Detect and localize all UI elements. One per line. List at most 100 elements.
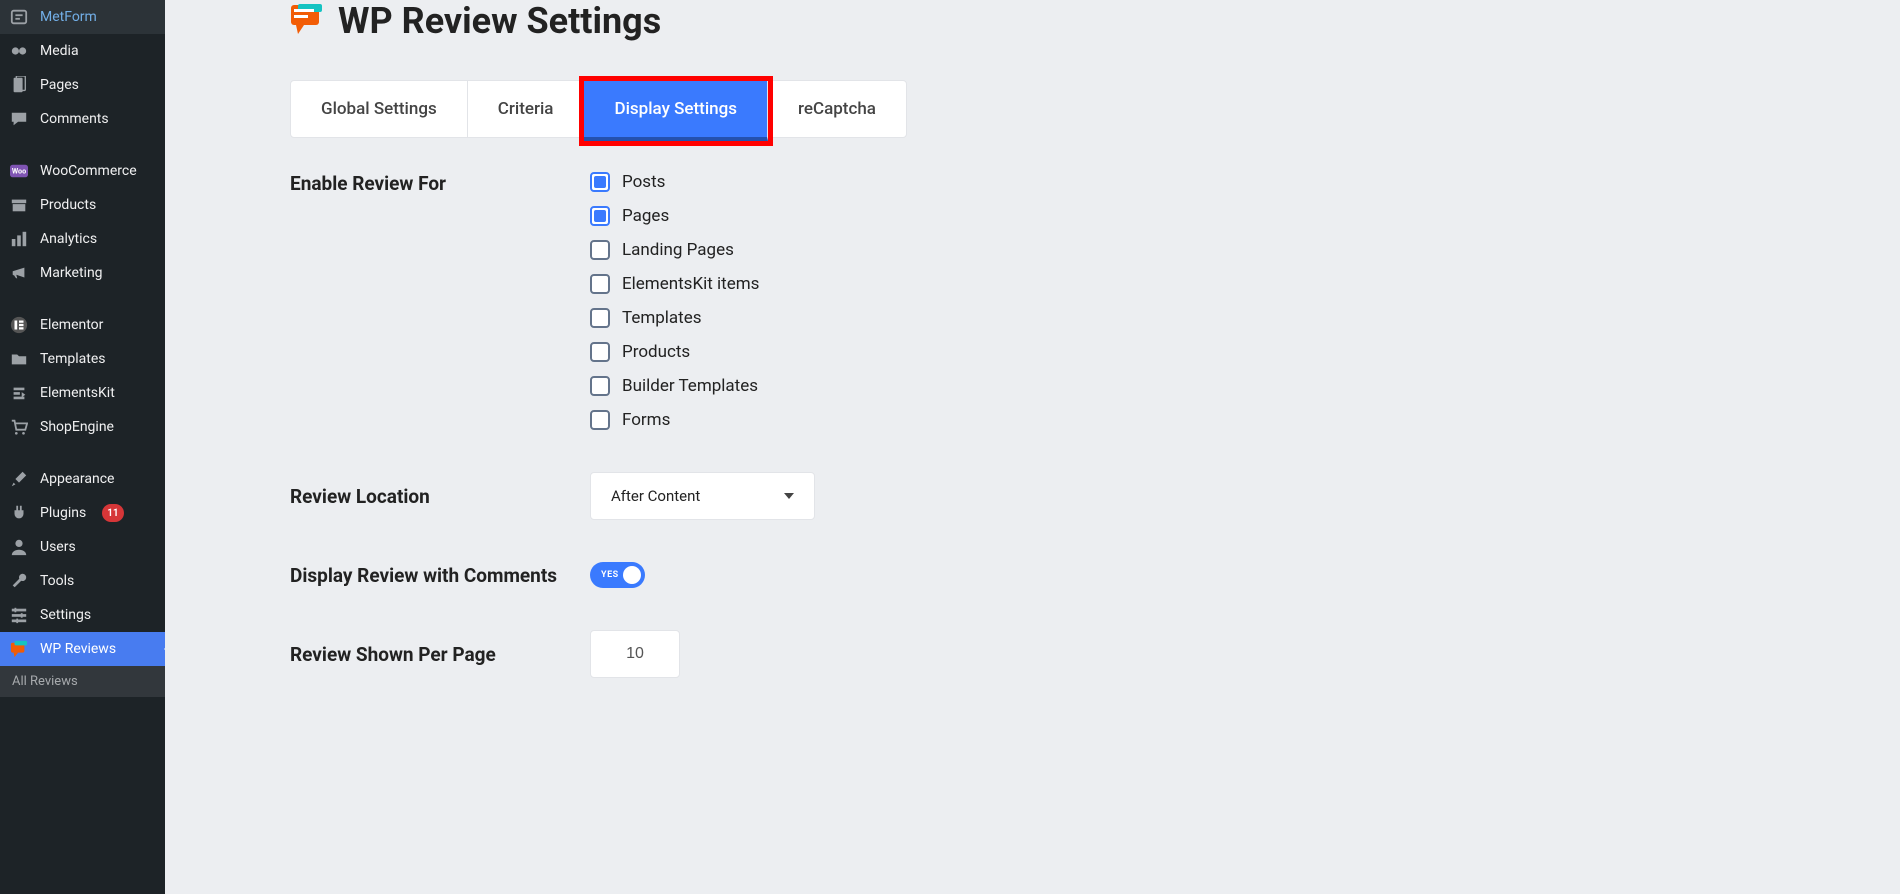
- sidebar-item-label: Pages: [40, 77, 79, 93]
- media-icon: [10, 42, 28, 60]
- checkbox-posts[interactable]: Posts: [590, 172, 1860, 192]
- tabs: Global SettingsCriteriaDisplay Settingsr…: [290, 80, 907, 138]
- sidebar-item-label: Comments: [40, 111, 109, 127]
- checkbox-label: Pages: [622, 206, 669, 226]
- checkbox-elementskit-items[interactable]: ElementsKit items: [590, 274, 1860, 294]
- checkbox-box: [590, 240, 610, 260]
- admin-sidebar: MetForm Media Pages Comments Woo WooCommerce P…: [0, 0, 165, 894]
- megaphone-icon: [10, 264, 28, 282]
- svg-text:Woo: Woo: [12, 167, 26, 176]
- review-location-value: After Content: [611, 487, 700, 505]
- user-icon: [10, 538, 28, 556]
- woo-icon: Woo: [10, 162, 28, 180]
- sidebar-item-label: Products: [40, 197, 96, 213]
- sidebar-item-label: Marketing: [40, 265, 103, 281]
- sidebar-item-metform[interactable]: MetForm: [0, 0, 165, 34]
- page-title: WP Review Settings: [290, 0, 1860, 42]
- sidebar-item-label: Tools: [40, 573, 74, 589]
- sidebar-sub-all-reviews[interactable]: All Reviews: [0, 666, 165, 697]
- checkbox-templates[interactable]: Templates: [590, 308, 1860, 328]
- checkbox-box: [590, 308, 610, 328]
- tab-recaptcha[interactable]: reCaptcha: [768, 81, 906, 137]
- checkbox-builder-templates[interactable]: Builder Templates: [590, 376, 1860, 396]
- checkbox-label: Landing Pages: [622, 240, 734, 260]
- caret-down-icon: [784, 493, 794, 499]
- enable-review-for-label: Enable Review For: [290, 172, 590, 195]
- checkbox-label: Forms: [622, 410, 670, 430]
- page-icon: [10, 76, 28, 94]
- checkbox-box: [590, 376, 610, 396]
- sidebar-item-label: Media: [40, 43, 79, 59]
- display-with-comments-label: Display Review with Comments: [290, 564, 590, 587]
- tab-display-settings[interactable]: Display Settings: [584, 81, 768, 141]
- per-page-label: Review Shown Per Page: [290, 643, 590, 666]
- sidebar-item-label: ElementsKit: [40, 385, 115, 401]
- sidebar-item-label: Users: [40, 539, 76, 555]
- sidebar-item-label: WP Reviews: [40, 641, 116, 657]
- checkbox-label: ElementsKit items: [622, 274, 759, 294]
- sidebar-item-settings[interactable]: Settings: [0, 598, 165, 632]
- sidebar-item-label: Settings: [40, 607, 91, 623]
- checkbox-pages[interactable]: Pages: [590, 206, 1860, 226]
- sidebar-item-shopengine[interactable]: ShopEngine: [0, 410, 165, 444]
- plug-icon: [10, 504, 28, 522]
- sliders-icon: [10, 606, 28, 624]
- toggle-text: YES: [601, 570, 619, 580]
- sidebar-item-analytics[interactable]: Analytics: [0, 222, 165, 256]
- sidebar-item-label: ShopEngine: [40, 419, 114, 435]
- checkbox-label: Builder Templates: [622, 376, 758, 396]
- sidebar-item-elementor[interactable]: Elementor: [0, 308, 165, 342]
- sidebar-item-users[interactable]: Users: [0, 530, 165, 564]
- comment-icon: [10, 110, 28, 128]
- checkbox-box: [590, 206, 610, 226]
- cart-icon: [10, 418, 28, 436]
- display-with-comments-toggle[interactable]: YES: [590, 562, 645, 588]
- sidebar-item-label: Elementor: [40, 317, 103, 333]
- main-content: WP Review Settings Global SettingsCriter…: [165, 0, 1900, 894]
- folder-icon: [10, 350, 28, 368]
- checkbox-box: [590, 172, 610, 192]
- sidebar-item-woocommerce[interactable]: Woo WooCommerce: [0, 154, 165, 188]
- review-location-select[interactable]: After Content: [590, 472, 815, 520]
- checkbox-box: [590, 274, 610, 294]
- form-icon: [10, 8, 28, 26]
- sidebar-item-comments[interactable]: Comments: [0, 102, 165, 136]
- sidebar-item-templates[interactable]: Templates: [0, 342, 165, 376]
- checkbox-forms[interactable]: Forms: [590, 410, 1860, 430]
- toggle-knob: [623, 566, 641, 584]
- update-count-badge: 11: [102, 504, 123, 522]
- wrench-icon: [10, 572, 28, 590]
- sidebar-item-products[interactable]: Products: [0, 188, 165, 222]
- sidebar-item-marketing[interactable]: Marketing: [0, 256, 165, 290]
- sidebar-item-label: MetForm: [40, 9, 97, 25]
- sidebar-item-label: WooCommerce: [40, 163, 137, 179]
- checkbox-label: Templates: [622, 308, 702, 328]
- sidebar-item-tools[interactable]: Tools: [0, 564, 165, 598]
- review-location-label: Review Location: [290, 485, 590, 508]
- elementor-icon: [10, 316, 28, 334]
- sidebar-item-plugins[interactable]: Plugins 11: [0, 496, 165, 530]
- tab-criteria[interactable]: Criteria: [468, 81, 585, 137]
- checkbox-landing-pages[interactable]: Landing Pages: [590, 240, 1860, 260]
- brush-icon: [10, 470, 28, 488]
- sidebar-item-appearance[interactable]: Appearance: [0, 462, 165, 496]
- sidebar-item-label: Templates: [40, 351, 106, 367]
- sidebar-item-label: Analytics: [40, 231, 97, 247]
- page-title-text: WP Review Settings: [338, 0, 661, 42]
- checkbox-products[interactable]: Products: [590, 342, 1860, 362]
- sidebar-item-elementskit[interactable]: ElementsKit: [0, 376, 165, 410]
- tab-global-settings[interactable]: Global Settings: [291, 81, 468, 137]
- checkbox-box: [590, 410, 610, 430]
- sidebar-item-wp-reviews[interactable]: WP Reviews: [0, 632, 165, 666]
- checkbox-label: Posts: [622, 172, 665, 192]
- per-page-input[interactable]: [590, 630, 680, 678]
- sidebar-item-label: Plugins: [40, 505, 86, 521]
- checkbox-box: [590, 342, 610, 362]
- chart-icon: [10, 230, 28, 248]
- wp-review-icon: [10, 640, 28, 658]
- sidebar-item-pages[interactable]: Pages: [0, 68, 165, 102]
- sidebar-item-label: Appearance: [40, 471, 114, 487]
- wp-review-logo-icon: [290, 4, 324, 38]
- sidebar-item-media[interactable]: Media: [0, 34, 165, 68]
- elementskit-icon: [10, 384, 28, 402]
